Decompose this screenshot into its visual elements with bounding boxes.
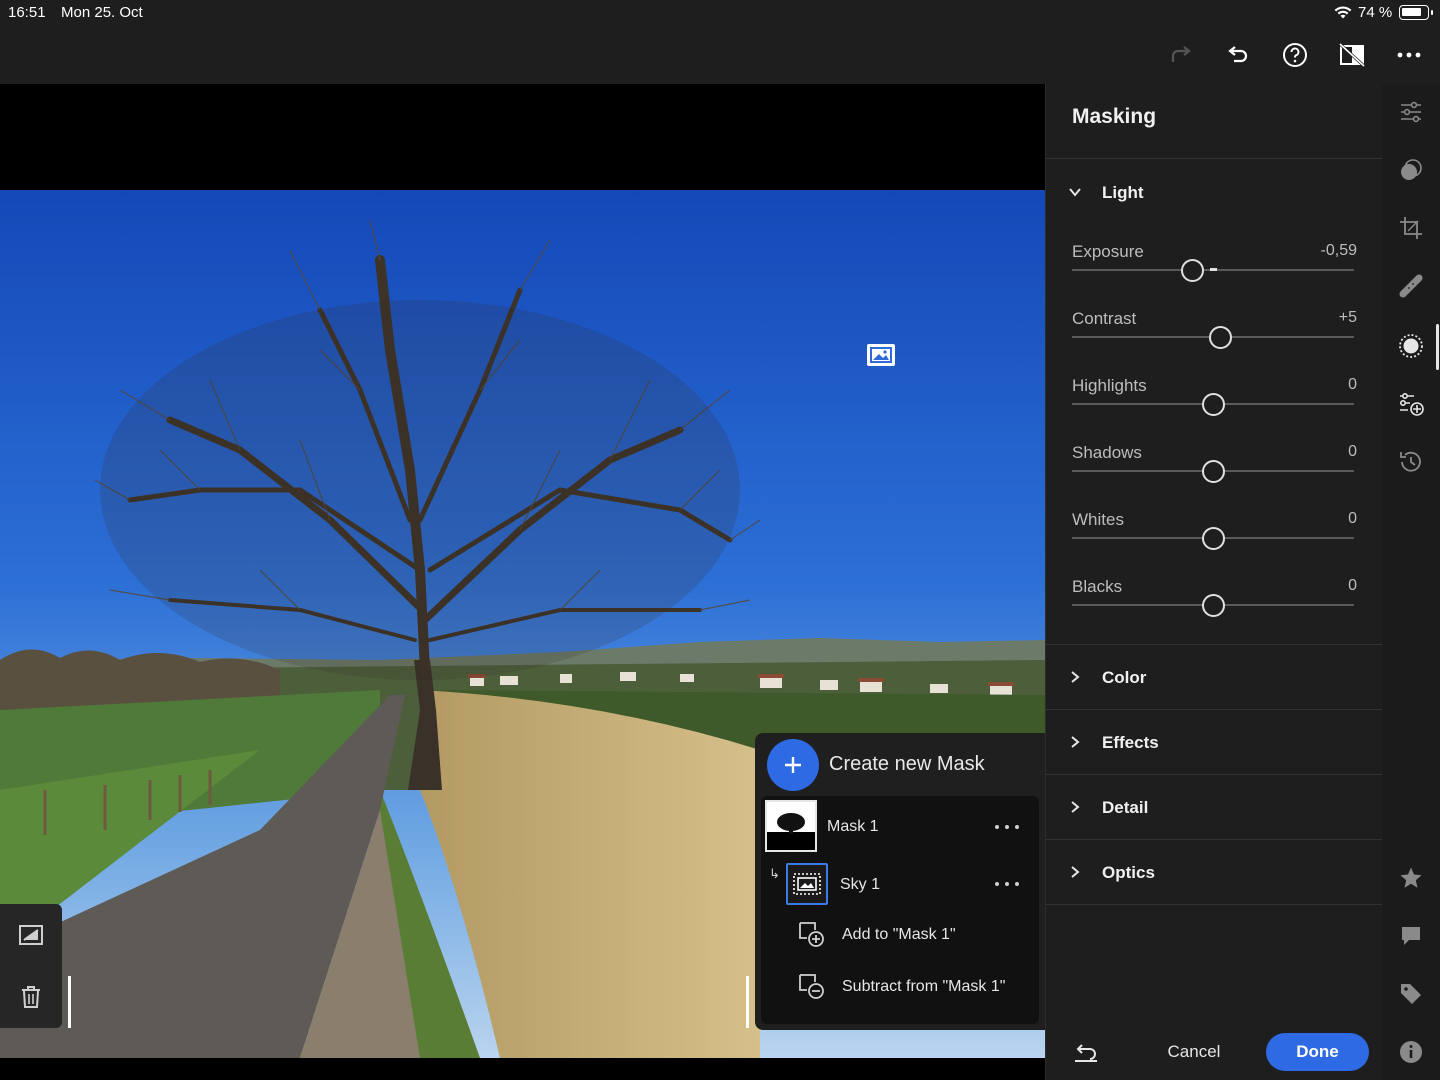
section-label: Light xyxy=(1102,183,1144,202)
create-mask-label: Create new Mask xyxy=(829,753,985,775)
chevron-right-icon xyxy=(1071,671,1080,683)
help-icon[interactable] xyxy=(1280,40,1310,70)
crop-edge-left xyxy=(68,976,71,1028)
slider-blacks[interactable]: Blacks 0 xyxy=(1072,577,1357,644)
tool-rail xyxy=(1382,84,1440,1080)
slider-value: 0 xyxy=(1348,443,1357,460)
section-effects[interactable]: Effects xyxy=(1046,710,1383,774)
add-to-mask-icon[interactable] xyxy=(797,920,827,950)
slider-value: 0 xyxy=(1348,376,1357,393)
slider-value: -0,59 xyxy=(1320,242,1357,259)
add-to-mask-label[interactable]: Add to "Mask 1" xyxy=(842,926,956,944)
slider-center-mark xyxy=(1210,268,1217,271)
section-label: Optics xyxy=(1102,863,1155,882)
mask-thumbnail xyxy=(765,800,817,852)
slider-value: +5 xyxy=(1338,309,1357,326)
show-overlay-icon[interactable] xyxy=(16,920,46,950)
sky-mask-pin[interactable] xyxy=(867,344,895,366)
mask-tools xyxy=(0,904,62,1028)
history-icon[interactable] xyxy=(1397,448,1425,476)
slider-label: Exposure xyxy=(1072,242,1144,261)
mask-panel: Create new Mask Mask 1 ↳ Sky 1 Add to "M… xyxy=(755,733,1045,1030)
chevron-right-icon xyxy=(1071,801,1080,813)
wifi-icon xyxy=(1334,6,1352,19)
chevron-down-icon xyxy=(1069,188,1081,197)
subtract-from-mask-label[interactable]: Subtract from "Mask 1" xyxy=(842,978,1005,996)
mask-item-mask-1[interactable]: Mask 1 xyxy=(761,796,1039,852)
section-light[interactable]: Light xyxy=(1046,160,1383,224)
done-button[interactable]: Done xyxy=(1266,1033,1369,1071)
rating-icon[interactable] xyxy=(1397,864,1425,892)
masking-icon[interactable] xyxy=(1397,332,1425,360)
slider-label: Highlights xyxy=(1072,376,1147,395)
component-options-icon[interactable] xyxy=(995,876,1019,892)
sky-component-thumbnail[interactable] xyxy=(786,863,828,905)
mask-list: Mask 1 ↳ Sky 1 Add to "Mask 1" Subtract … xyxy=(761,796,1039,1024)
section-label: Detail xyxy=(1102,798,1149,817)
status-date: Mon 25. Oct xyxy=(61,4,143,21)
section-label: Effects xyxy=(1102,733,1159,752)
status-time: 16:51 xyxy=(8,4,46,21)
trash-icon[interactable] xyxy=(16,982,46,1012)
slider-knob[interactable] xyxy=(1208,326,1232,349)
plus-icon xyxy=(785,757,801,773)
edit-sliders-icon[interactable] xyxy=(1397,98,1425,126)
slider-knob[interactable] xyxy=(1201,527,1225,550)
status-bar: 16:51 Mon 25. Oct 74 % xyxy=(0,0,1440,26)
section-optics[interactable]: Optics xyxy=(1046,840,1383,904)
divider xyxy=(1046,904,1383,905)
component-name[interactable]: Sky 1 xyxy=(840,876,880,894)
crop-icon[interactable] xyxy=(1397,214,1425,242)
slider-shadows[interactable]: Shadows 0 xyxy=(1072,443,1357,510)
active-tool-indicator xyxy=(1436,324,1439,370)
undo-icon[interactable] xyxy=(1223,40,1253,70)
slider-label: Shadows xyxy=(1072,443,1142,462)
more-icon[interactable] xyxy=(1394,40,1424,70)
masking-panel: Masking Light Exposure -0,59 Contrast +5 Hig… xyxy=(1045,84,1383,1080)
battery-percent: 74 % xyxy=(1358,4,1393,21)
slider-value: 0 xyxy=(1348,510,1357,527)
info-icon[interactable] xyxy=(1397,1038,1425,1066)
redo-icon[interactable] xyxy=(1166,40,1196,70)
slider-label: Contrast xyxy=(1072,309,1137,328)
versions-icon[interactable] xyxy=(1397,390,1425,418)
top-toolbar xyxy=(0,26,1440,84)
slider-exposure[interactable]: Exposure -0,59 xyxy=(1072,242,1357,309)
divider xyxy=(1046,158,1383,159)
subtract-from-mask-icon[interactable] xyxy=(797,972,827,1002)
slider-knob[interactable] xyxy=(1180,259,1204,282)
slider-label: Whites xyxy=(1072,510,1124,529)
slider-whites[interactable]: Whites 0 xyxy=(1072,510,1357,577)
slider-value: 0 xyxy=(1348,577,1357,594)
create-mask-button[interactable] xyxy=(767,739,819,791)
slider-contrast[interactable]: Contrast +5 xyxy=(1072,309,1357,376)
section-detail[interactable]: Detail xyxy=(1046,775,1383,839)
crop-edge-right xyxy=(746,976,749,1028)
panel-title: Masking xyxy=(1072,105,1157,128)
sky-icon xyxy=(793,873,821,895)
child-arrow-icon: ↳ xyxy=(769,866,780,881)
mask-presets-icon[interactable] xyxy=(1397,156,1425,184)
healing-icon[interactable] xyxy=(1397,272,1425,300)
slider-knob[interactable] xyxy=(1201,393,1225,416)
panel-bottom-bar: Cancel Done xyxy=(1046,1022,1383,1080)
slider-label: Blacks xyxy=(1072,577,1123,596)
reset-icon[interactable] xyxy=(1072,1040,1100,1064)
section-color[interactable]: Color xyxy=(1046,645,1383,709)
chevron-right-icon xyxy=(1071,736,1080,748)
comment-icon[interactable] xyxy=(1397,922,1425,950)
compare-off-icon[interactable] xyxy=(1337,40,1367,70)
tag-icon[interactable] xyxy=(1397,980,1425,1008)
mask-options-icon[interactable] xyxy=(995,819,1019,835)
mask-name: Mask 1 xyxy=(827,818,879,835)
section-label: Color xyxy=(1102,668,1147,687)
slider-knob[interactable] xyxy=(1201,594,1225,617)
battery-icon xyxy=(1399,5,1433,20)
slider-highlights[interactable]: Highlights 0 xyxy=(1072,376,1357,443)
cancel-button[interactable]: Cancel xyxy=(1156,1042,1232,1062)
chevron-right-icon xyxy=(1071,866,1080,878)
slider-knob[interactable] xyxy=(1201,460,1225,483)
